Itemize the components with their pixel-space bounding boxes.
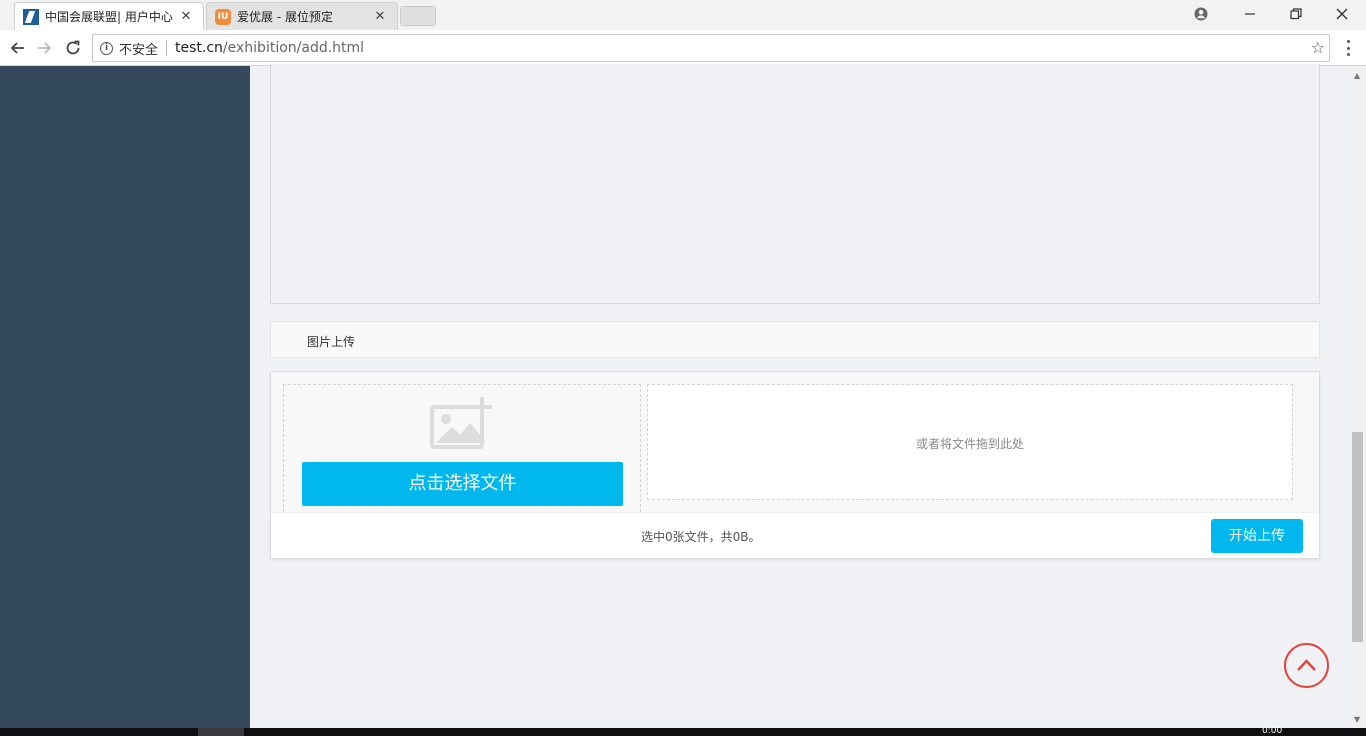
forward-arrow-icon[interactable] <box>34 37 56 59</box>
section-title: 图片上传 <box>307 335 356 349</box>
profile-icon[interactable] <box>1178 0 1224 28</box>
minimize-icon[interactable] <box>1227 0 1273 28</box>
address-bar[interactable]: i 不安全 test.cn/exhibition/add.html ☆ <box>92 34 1330 62</box>
site-logo-icon <box>23 8 39 25</box>
os-taskbar: 0:00 <box>0 726 1366 736</box>
start-upload-button[interactable]: 开始上传 <box>1211 519 1303 553</box>
taskbar-item[interactable] <box>198 728 244 736</box>
new-tab-button[interactable] <box>400 6 436 26</box>
drop-zone[interactable]: 或者将文件拖到此处 <box>647 384 1293 500</box>
main-content: 图片上传 点击选择文件 或者将文件拖到此处 选中0张文件，共0B。 开始上传 <box>250 64 1350 728</box>
scroll-down-arrow-icon[interactable]: ▼ <box>1354 715 1360 724</box>
close-icon[interactable]: ✕ <box>179 9 193 24</box>
section-header: 图片上传 <box>270 321 1320 358</box>
tab-booth-booking[interactable]: IU 爱优展 - 展位预定 ✕ <box>206 2 398 30</box>
browser-menu-icon[interactable] <box>1341 38 1355 58</box>
scroll-up-arrow-icon[interactable]: ▲ <box>1354 71 1360 80</box>
browser-toolbar: i 不安全 test.cn/exhibition/add.html ☆ <box>0 30 1366 66</box>
close-icon[interactable]: ✕ <box>373 9 387 24</box>
page-scrollbar[interactable]: ▲ ▼ <box>1350 66 1366 728</box>
taskbar-clock: 0:00 <box>1262 726 1283 736</box>
url-path: /exhibition/add.html <box>222 40 365 56</box>
reload-icon[interactable] <box>62 37 84 59</box>
sidebar <box>0 66 250 728</box>
back-arrow-icon[interactable] <box>6 37 28 59</box>
security-label: 不安全 <box>119 42 159 58</box>
bookmark-star-icon[interactable]: ☆ <box>1311 38 1325 57</box>
info-icon[interactable]: i <box>100 41 113 55</box>
select-files-button[interactable]: 点击选择文件 <box>302 462 623 506</box>
back-to-top-button[interactable] <box>1284 643 1329 688</box>
iu-logo-icon: IU <box>215 8 231 25</box>
chevron-up-icon <box>1297 659 1316 671</box>
file-picker-zone: 点击选择文件 <box>283 384 641 512</box>
drop-hint: 或者将文件拖到此处 <box>915 437 1024 451</box>
tab-user-center[interactable]: 中国会展联盟| 用户中心 ✕ <box>14 2 204 30</box>
browser-tab-bar: 中国会展联盟| 用户中心 ✕ IU 爱优展 - 展位预定 ✕ <box>0 0 1366 30</box>
scroll-thumb[interactable] <box>1352 432 1363 642</box>
tab-title: 中国会展联盟| 用户中心 <box>45 10 173 24</box>
image-add-icon <box>430 397 492 449</box>
url-host: test.cn <box>175 40 223 56</box>
upload-status-bar: 选中0张文件，共0B。 开始上传 <box>271 512 1319 558</box>
upload-status-text: 选中0张文件，共0B。 <box>641 530 761 544</box>
url-text[interactable]: test.cn/exhibition/add.html <box>175 40 364 56</box>
tab-title: 爱优展 - 展位预定 <box>237 10 333 24</box>
upload-body: 点击选择文件 或者将文件拖到此处 <box>271 372 1319 512</box>
image-uploader: 点击选择文件 或者将文件拖到此处 选中0张文件，共0B。 开始上传 <box>270 371 1320 559</box>
divider <box>166 40 168 56</box>
editor-panel <box>270 64 1320 304</box>
restore-icon[interactable] <box>1273 0 1319 28</box>
close-window-icon[interactable] <box>1319 0 1365 28</box>
